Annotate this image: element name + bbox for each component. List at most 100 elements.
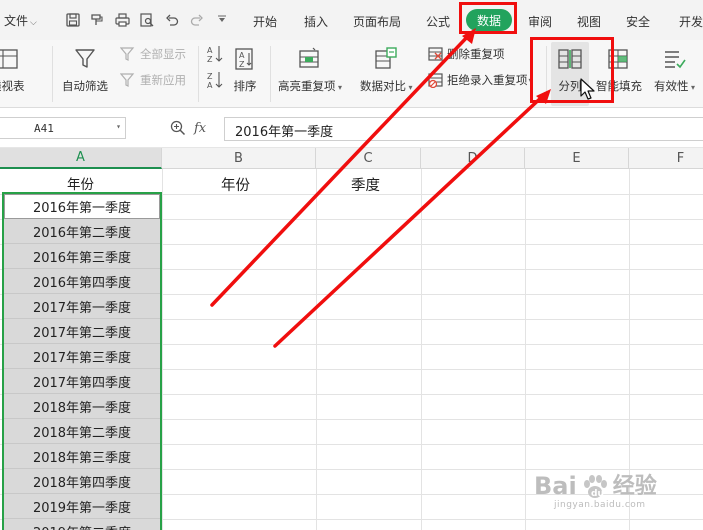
column-header-d[interactable]: D: [421, 148, 525, 169]
svg-text:du: du: [591, 489, 604, 499]
auto-filter-label: 自动筛选: [62, 79, 108, 93]
grid-line: [316, 169, 317, 530]
tab-security[interactable]: 安全: [626, 13, 650, 30]
show-all-label: 全部显示: [140, 47, 186, 61]
data-validation-icon: [660, 46, 690, 72]
svg-text:A: A: [207, 81, 213, 90]
data-validation-label: 有效性 ▾: [654, 79, 696, 93]
redo-icon[interactable]: [188, 11, 206, 29]
cell-a7[interactable]: 2017年第二季度: [4, 319, 160, 344]
highlight-duplicates-button[interactable]: 高亮重复项 ▾: [278, 46, 342, 94]
cell-a15[interactable]: 2019年第二季度: [4, 519, 160, 530]
data-compare-button[interactable]: 数据对比 ▾: [360, 46, 413, 94]
cell-a13[interactable]: 2018年第四季度: [4, 469, 160, 494]
file-menu-label: 文件: [4, 14, 29, 28]
pivot-table-button[interactable]: 透视表: [0, 46, 25, 94]
svg-text:Z: Z: [239, 60, 245, 69]
reapply-label: 重新应用: [140, 73, 186, 87]
watermark-brand: Bai: [534, 472, 577, 500]
print-icon[interactable]: [113, 11, 131, 29]
tab-review[interactable]: 审阅: [528, 13, 552, 30]
ribbon-separator: [270, 46, 271, 102]
cell-a6[interactable]: 2017年第一季度: [4, 294, 160, 319]
highlight-box-split-button: [530, 37, 614, 103]
grid-line: [421, 169, 422, 530]
formula-bar: A41 ▾ fx 2016年第一季度: [0, 108, 703, 148]
sort-descending-icon[interactable]: ZA: [206, 70, 224, 90]
chevron-down-icon[interactable]: ▾: [116, 122, 121, 131]
cell-b1[interactable]: 年份: [221, 174, 250, 195]
highlight-duplicates-icon: [295, 46, 325, 72]
reapply-button[interactable]: 重新应用: [120, 72, 186, 88]
delete-duplicates-icon: [428, 47, 443, 61]
undo-icon[interactable]: [163, 11, 181, 29]
column-header-c[interactable]: C: [316, 148, 421, 169]
column-header-f[interactable]: F: [629, 148, 703, 169]
cell-a5[interactable]: 2016年第四季度: [4, 269, 160, 294]
column-header-e[interactable]: E: [525, 148, 629, 169]
column-header-a[interactable]: A: [0, 148, 162, 169]
cell-a9[interactable]: 2017年第四季度: [4, 369, 160, 394]
data-compare-label: 数据对比 ▾: [360, 79, 413, 93]
watermark-cn: 经验: [612, 474, 657, 499]
grid-line: [525, 169, 526, 530]
chevron-down-icon: ⌵: [30, 18, 37, 28]
sort-label: 排序: [233, 79, 257, 93]
grid-line: [162, 169, 163, 530]
ribbon-separator: [52, 46, 53, 102]
mouse-cursor-icon: [580, 78, 595, 100]
tab-view[interactable]: 视图: [577, 13, 601, 30]
baidu-watermark: Bai du 经验: [534, 468, 657, 500]
sort-icon: AZ: [230, 46, 260, 72]
cell-a12[interactable]: 2018年第三季度: [4, 444, 160, 469]
delete-duplicates-button[interactable]: 删除重复项: [428, 46, 505, 62]
name-box[interactable]: A41 ▾: [0, 117, 126, 139]
pivot-table-label: 透视表: [0, 79, 25, 93]
tab-home[interactable]: 开始: [253, 13, 277, 30]
cell-a4[interactable]: 2016年第三季度: [4, 244, 160, 269]
insert-function-icon[interactable]: fx: [194, 121, 206, 136]
cell-a14[interactable]: 2019年第一季度: [4, 494, 160, 519]
svg-text:Z: Z: [207, 55, 213, 64]
format-painter-icon[interactable]: [88, 11, 106, 29]
svg-text:A: A: [239, 51, 245, 60]
tab-insert[interactable]: 插入: [304, 13, 328, 30]
reject-duplicates-label: 拒绝录入重复项: [447, 73, 528, 87]
column-headers: A B C D E F: [0, 148, 703, 169]
cell-a1[interactable]: 年份: [67, 173, 94, 193]
sort-ascending-icon[interactable]: AZ: [206, 44, 224, 64]
cell-a8[interactable]: 2017年第三季度: [4, 344, 160, 369]
pivot-table-icon: [0, 46, 22, 72]
print-preview-icon[interactable]: [138, 11, 156, 29]
reapply-icon: [120, 73, 135, 87]
auto-filter-button[interactable]: 自动筛选: [62, 46, 108, 94]
watermark-url: jingyan.baidu.com: [554, 500, 646, 510]
tab-formulas[interactable]: 公式: [426, 13, 450, 30]
reject-duplicates-icon: [428, 73, 443, 88]
cell-a2[interactable]: 2016年第一季度: [4, 194, 160, 219]
cell-a11[interactable]: 2018年第二季度: [4, 419, 160, 444]
delete-duplicates-label: 删除重复项: [447, 47, 505, 61]
zoom-icon[interactable]: [170, 120, 186, 136]
svg-text:Z: Z: [207, 72, 213, 81]
tab-developer[interactable]: 开发: [679, 13, 703, 30]
ribbon-separator: [198, 46, 199, 102]
file-menu[interactable]: 文件 ⌵: [4, 12, 37, 29]
cell-a10[interactable]: 2018年第一季度: [4, 394, 160, 419]
cell-c1[interactable]: 季度: [351, 174, 380, 195]
sort-button[interactable]: AZ 排序: [230, 46, 260, 94]
formula-tools: fx: [170, 120, 206, 136]
highlight-box-data-tab: [459, 2, 517, 34]
column-header-b[interactable]: B: [162, 148, 316, 169]
customize-toolbar-icon[interactable]: [213, 11, 231, 29]
data-compare-icon: [371, 46, 401, 72]
paw-icon: du: [583, 475, 607, 499]
save-icon[interactable]: [64, 11, 82, 29]
formula-input[interactable]: 2016年第一季度: [224, 117, 703, 141]
show-all-button[interactable]: 全部显示: [120, 46, 186, 62]
filter-icon: [70, 46, 100, 72]
reject-duplicates-button[interactable]: 拒绝录入重复项 ▾: [428, 72, 533, 88]
data-validation-button[interactable]: 有效性 ▾: [654, 46, 695, 94]
cell-a3[interactable]: 2016年第二季度: [4, 219, 160, 244]
tab-page-layout[interactable]: 页面布局: [353, 13, 401, 30]
